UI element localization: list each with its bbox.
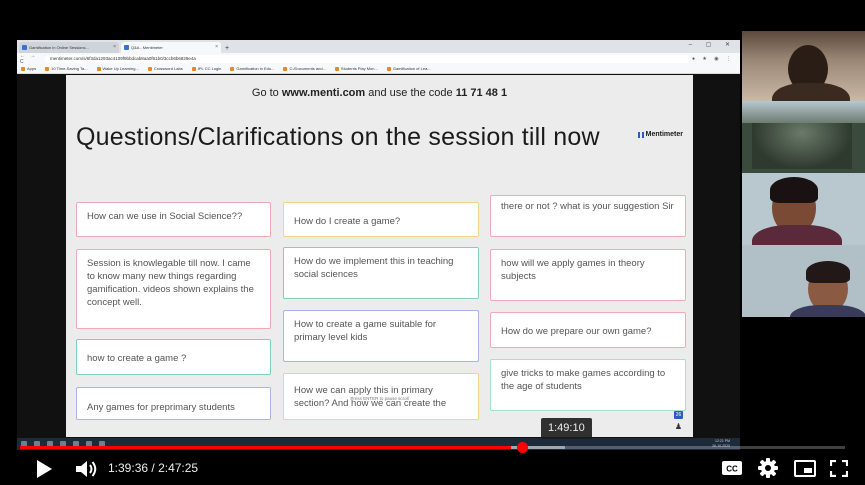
question-card: there or not ? what is your suggestion S… [490, 195, 686, 237]
question-card: How do we implement this in teaching soc… [283, 247, 479, 299]
browser-tab-mentimeter[interactable]: Q&A - Mentimeter × [121, 42, 221, 53]
bookmark-item[interactable]: C:/Documents and... [283, 66, 325, 71]
tab-favicon-icon [124, 45, 129, 50]
new-tab-button[interactable]: + [221, 45, 233, 53]
question-text: how will we apply games in theory subjec… [501, 258, 645, 282]
duration: 2:47:25 [158, 461, 199, 475]
tab-favicon-icon [22, 45, 27, 50]
bookmark-item[interactable]: Gamification of Lea... [387, 66, 431, 71]
participant-video-3 [742, 173, 865, 245]
participant-video-2 [742, 101, 865, 173]
fullscreen-icon [829, 459, 849, 478]
participant-shoulders [752, 225, 842, 245]
participant-shoulders [772, 83, 850, 101]
play-button[interactable] [35, 459, 53, 479]
question-text: How do we implement this in teaching soc… [294, 256, 454, 280]
miniplayer-button[interactable] [794, 460, 816, 477]
bookmarks-bar: Apps 10 Time-Saving Ta... Wake Up Learni… [17, 64, 740, 74]
time-display: 1:39:36 / 2:47:25 [108, 461, 198, 475]
bookmark-item[interactable]: Gamification in Edu... [230, 66, 274, 71]
question-card: how will we apply games in theory subjec… [490, 249, 686, 301]
bookmark-item[interactable]: IPL CC Login [192, 66, 222, 71]
miniplayer-icon [794, 460, 816, 477]
participant-hair [770, 177, 818, 203]
hover-time-tooltip: 1:49:10 [541, 418, 592, 439]
participant-shoulders [790, 305, 865, 317]
question-card: Session is knowlegable till now. I came … [76, 249, 271, 329]
mentimeter-logo: Mentimeter [637, 131, 683, 138]
code-middle: and use the code [365, 87, 456, 99]
address-bar[interactable]: mentimeter.com/s/6f3da1293ac4109f9bbdcab… [45, 54, 690, 63]
tab-close-icon[interactable]: × [215, 44, 218, 50]
bookmark-item[interactable]: Students Play Mon... [335, 66, 378, 71]
time-separator: / [148, 461, 159, 475]
captions-icon: CC [722, 461, 742, 475]
question-text: How can we use in Social Science?? [87, 211, 243, 222]
question-text: Any games for preprimary students [87, 402, 235, 413]
progress-bar[interactable] [20, 446, 845, 449]
menti-site: www.menti.com [281, 87, 366, 99]
question-text: how to create a game ? [87, 353, 187, 364]
question-text: How do we prepare our own game? [501, 326, 652, 337]
question-text: How to create a game suitable for primar… [294, 319, 437, 343]
enter-hint: Press ENTER to pause scroll [350, 396, 409, 401]
question-card: How do I create a game? [283, 202, 479, 237]
fullscreen-button[interactable] [829, 459, 849, 478]
question-text: there or not ? what is your suggestion S… [501, 201, 674, 212]
question-card: How do we prepare our own game? [490, 312, 686, 348]
join-code: 11 71 48 1 [455, 87, 508, 99]
person-icon: ♟ [674, 422, 682, 431]
sky-patch [742, 101, 865, 123]
current-time: 1:39:36 [108, 461, 149, 475]
bookmark-item[interactable]: Apps [21, 66, 36, 71]
brand-label: Mentimeter [645, 131, 683, 138]
participant-hair [806, 261, 850, 283]
question-card: How can we use in Social Science?? [76, 202, 271, 237]
volume-button[interactable] [75, 459, 99, 479]
question-card: Any games for preprimary students [76, 387, 271, 420]
question-card: how to create a game ? [76, 339, 271, 375]
participant-video-1 [742, 31, 865, 101]
question-text: Session is knowlegable till now. I came … [87, 258, 254, 308]
volume-icon [76, 461, 97, 477]
captions-button[interactable]: CC [722, 461, 742, 475]
cc-label: CC [726, 465, 738, 474]
window-controls[interactable]: – ▢ ✕ [689, 41, 736, 48]
join-code-line: Go to www.menti.com and use the code 11 … [66, 87, 693, 99]
bookmark-item[interactable]: Wake Up Learning... [97, 66, 139, 71]
participant-count-badge: 26 [674, 411, 683, 419]
browser-toolbar: ← → C mentimeter.com/s/6f3da1293ac4109f9… [17, 53, 740, 65]
bookmark-item[interactable]: 10 Time-Saving Ta... [45, 66, 87, 71]
code-prefix: Go to [251, 87, 282, 99]
extension-icons[interactable]: ● ★ ◉ ⋮ [690, 56, 740, 62]
bookmark-item[interactable]: Crossword Labs [148, 66, 183, 71]
browser-tab-bar: Gamification in Online Sessions... × Q&A… [17, 40, 740, 53]
nav-buttons[interactable]: ← → C [17, 53, 45, 65]
question-card: give tricks to make games according to t… [490, 359, 686, 411]
question-text: How do I create a game? [294, 216, 401, 227]
progress-played [20, 446, 512, 449]
tab-label: Q&A - Mentimeter [131, 45, 163, 50]
browser-tab-gamification[interactable]: Gamification in Online Sessions... × [19, 42, 119, 53]
shared-screen: Gamification in Online Sessions... × Q&A… [17, 40, 740, 450]
mentimeter-slide: Go to www.menti.com and use the code 11 … [66, 75, 693, 437]
question-text: give tricks to make games according to t… [501, 368, 666, 392]
tab-close-icon[interactable]: × [113, 44, 116, 50]
question-card: How to create a game suitable for primar… [283, 310, 479, 362]
settings-button[interactable] [758, 458, 778, 478]
tab-label: Gamification in Online Sessions... [29, 45, 89, 50]
gear-icon [758, 458, 778, 478]
mentimeter-bars-icon [637, 131, 644, 138]
slide-title: Questions/Clarifications on the session … [76, 123, 600, 151]
play-icon [37, 460, 52, 478]
participant-video-4 [742, 245, 865, 317]
player-controls: 1:39:36 / 2:47:25 CC [0, 452, 865, 485]
